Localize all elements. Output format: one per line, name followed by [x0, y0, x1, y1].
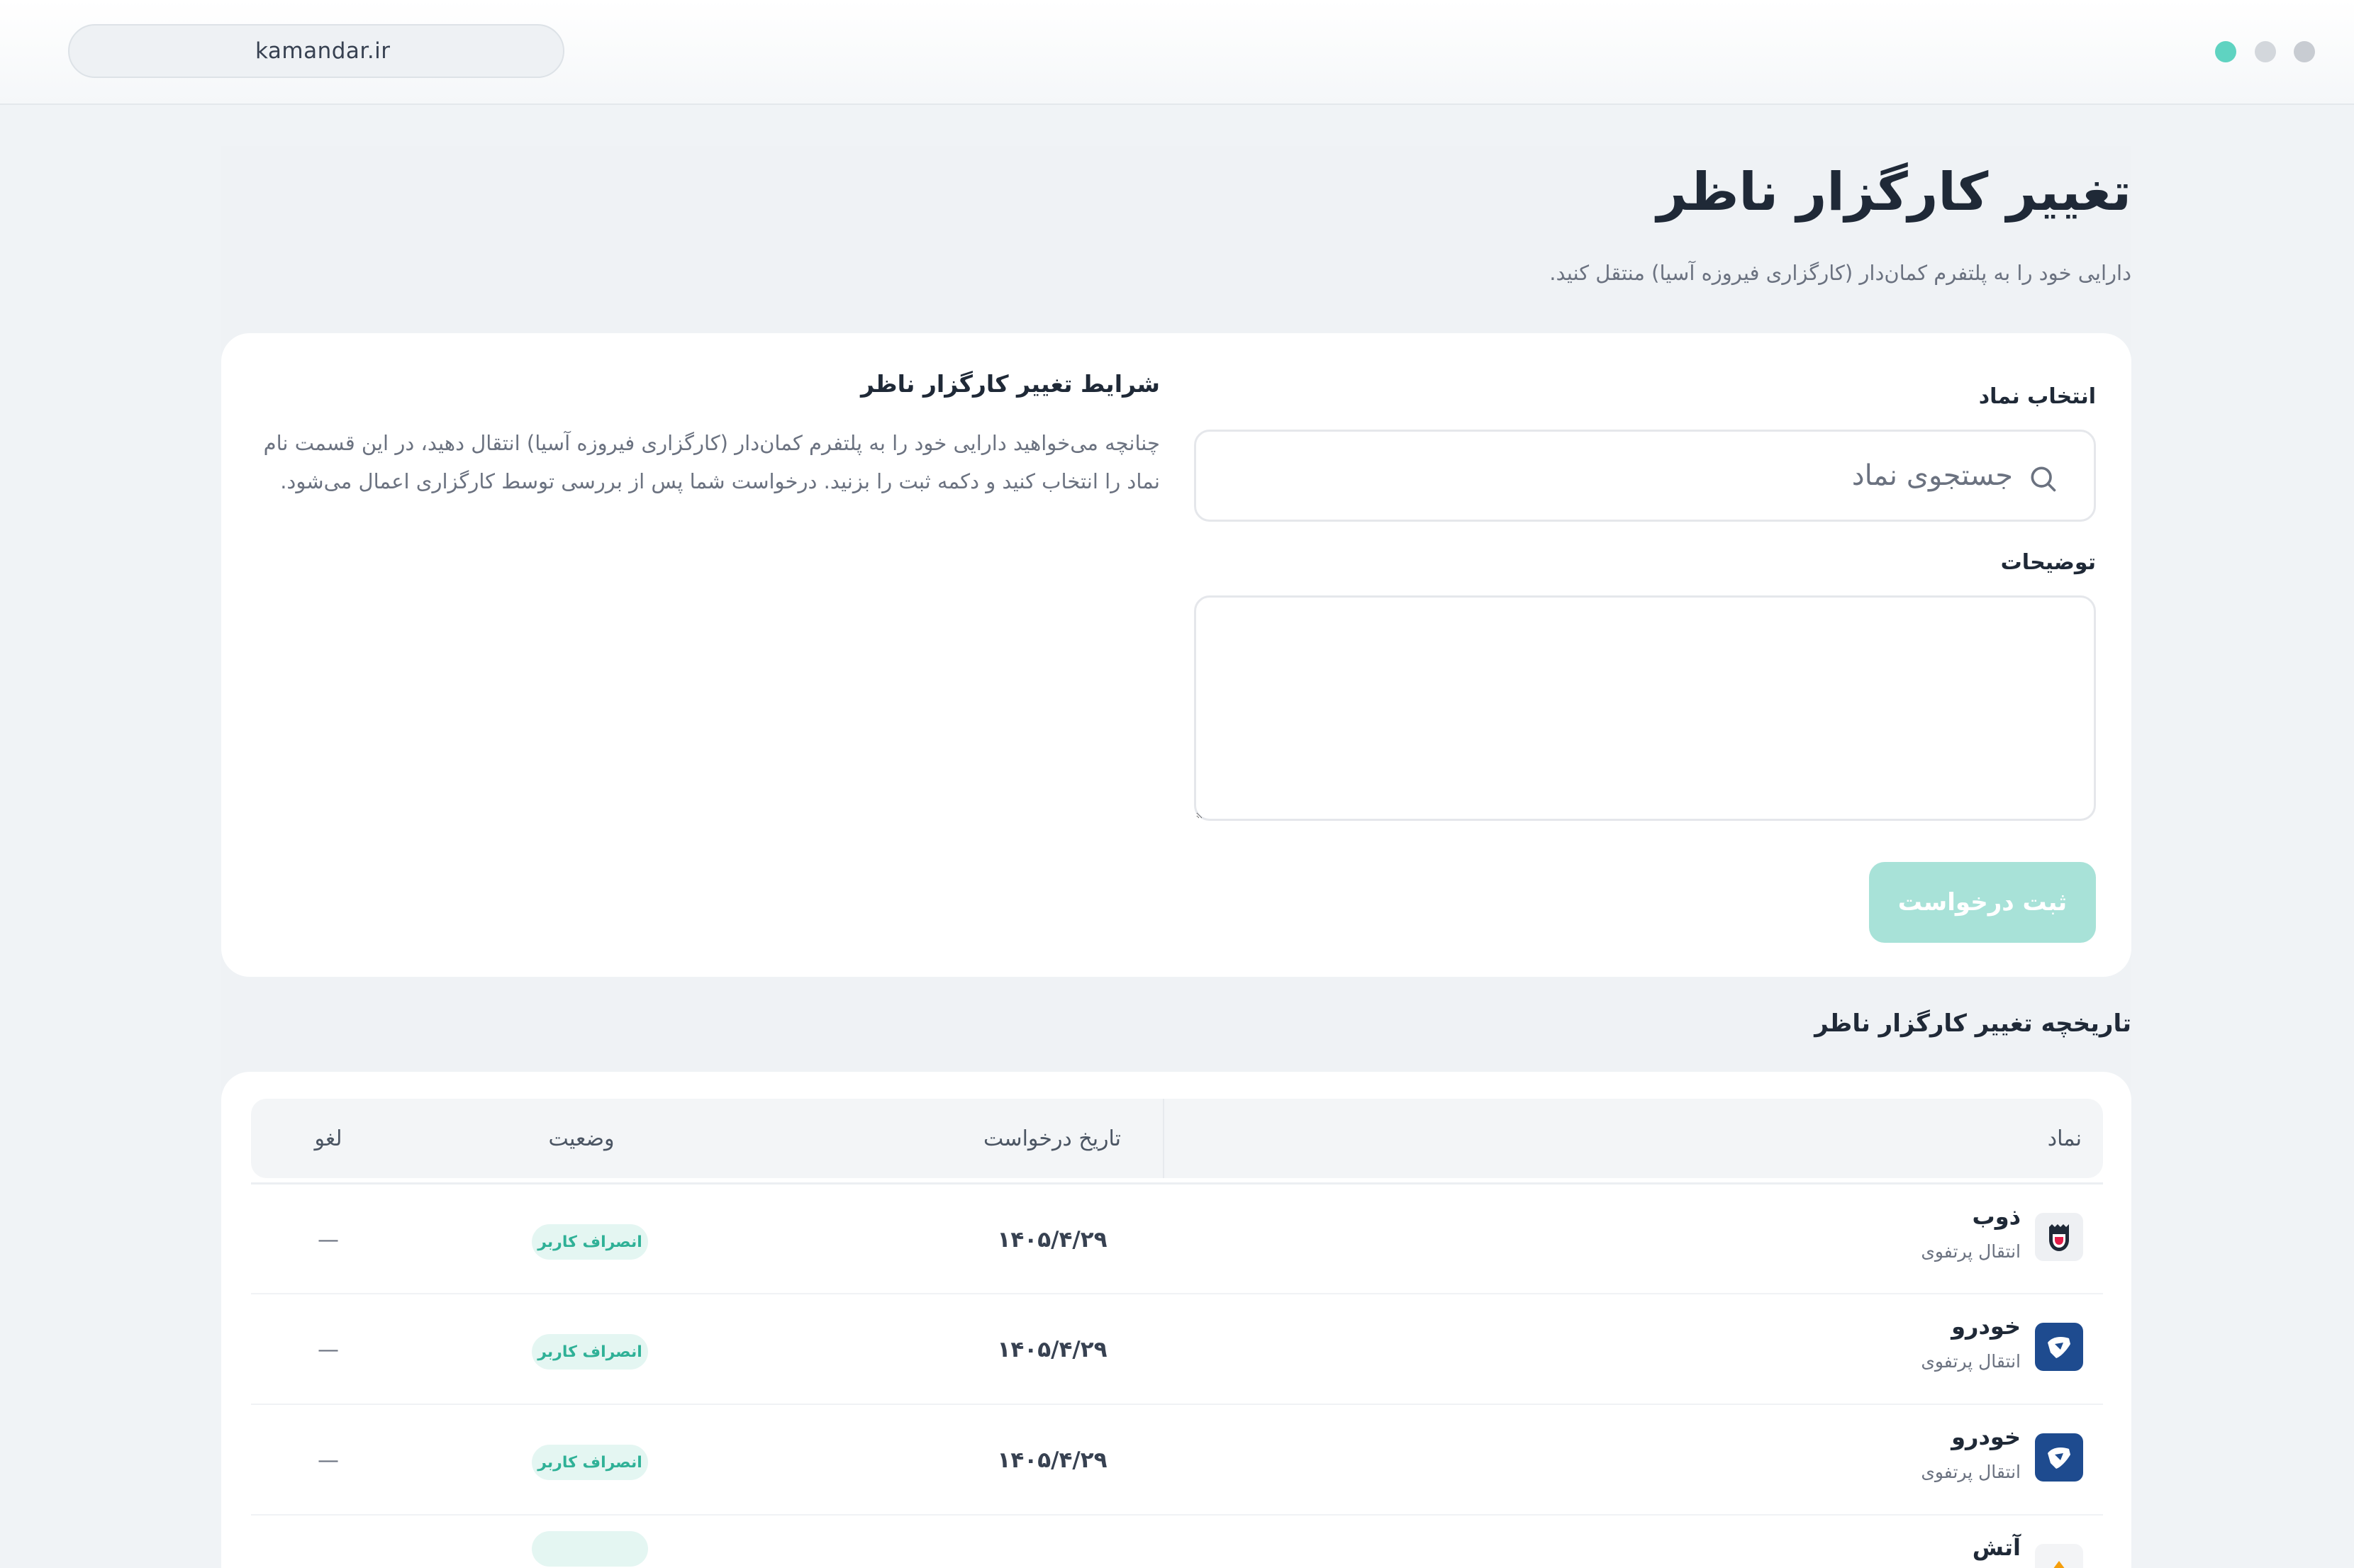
- table-row: خودرو انتقال پرتفوی ۱۴۰۵/۴/۲۹ انصراف کار…: [251, 1293, 2103, 1404]
- terms-body: چنانچه می‌خواهید دارایی خود را به پلتفرم…: [263, 431, 1160, 493]
- status-badge: انصراف کاربر: [532, 1334, 648, 1370]
- request-date: ۱۴۰۵/۴/۲۹: [997, 1337, 1108, 1362]
- column-header-status: وضعیت: [548, 1126, 615, 1151]
- symbol-name: آتش: [1972, 1534, 2021, 1561]
- history-table: نماد تاریخ درخواست وضعیت لغو ذوب انتقال …: [221, 1072, 2131, 1568]
- page-content: تغییر کارگزار ناظر دارایی خود را به پلتف…: [221, 146, 2131, 1568]
- cancel-placeholder: —: [318, 1337, 339, 1362]
- symbol-name: ذوب: [1972, 1203, 2021, 1230]
- company-logo-icon: [2035, 1544, 2083, 1568]
- description-field-label: توضیحات: [2000, 550, 2096, 575]
- address-bar[interactable]: kamandar.ir: [68, 24, 564, 78]
- symbol-name: خودرو: [1951, 1423, 2021, 1450]
- window-control-dot[interactable]: [2215, 41, 2236, 62]
- symbol-search-box[interactable]: [1194, 430, 2096, 522]
- cancel-placeholder: —: [318, 1227, 339, 1253]
- column-header-date: تاریخ درخواست: [983, 1126, 1122, 1151]
- browser-toolbar: kamandar.ir: [0, 0, 2354, 105]
- status-badge: [532, 1531, 648, 1567]
- history-title: تاریخچه تغییر کارگزار ناظر: [1814, 1009, 2131, 1038]
- steel-mill-logo-icon: [2035, 1213, 2083, 1261]
- address-bar-url: kamandar.ir: [255, 38, 391, 64]
- search-icon: [2031, 466, 2056, 492]
- window-control-dot[interactable]: [2255, 41, 2276, 62]
- cancel-placeholder: —: [318, 1447, 339, 1473]
- status-badge: انصراف کاربر: [532, 1224, 648, 1260]
- symbol-subtitle: انتقال پرتفوی: [1921, 1241, 2021, 1262]
- request-date: ۱۴۰۵/۴/۲۹: [997, 1447, 1108, 1473]
- symbol-subtitle: انتقال پرتفوی: [1921, 1462, 2021, 1482]
- request-form-card: انتخاب نماد توضیحات ثبت درخواست شرایط تغ…: [221, 333, 2131, 977]
- iran-khodro-logo-icon: [2035, 1323, 2083, 1371]
- symbol-subtitle: انتقال پرتفوی: [1921, 1351, 2021, 1372]
- window-control-dot[interactable]: [2294, 41, 2315, 62]
- terms-title: شرایط تغییر کارگزار ناظر: [861, 370, 1160, 398]
- column-header-symbol: نماد: [2047, 1126, 2082, 1151]
- request-date: ۱۴۰۵/۴/۲۹: [997, 1227, 1108, 1253]
- page-subtitle: دارایی خود را به پلتفرم کمان‌دار (کارگزا…: [1549, 261, 2131, 285]
- page-title: تغییر کارگزار ناظر: [1656, 162, 2131, 223]
- table-row: خودرو انتقال پرتفوی ۱۴۰۵/۴/۲۹ انصراف کار…: [251, 1404, 2103, 1514]
- iran-khodro-logo-icon: [2035, 1433, 2083, 1482]
- symbol-name: خودرو: [1951, 1313, 2021, 1340]
- description-textarea[interactable]: [1194, 595, 2096, 821]
- table-row: آتش: [251, 1514, 2103, 1568]
- submit-request-button[interactable]: ثبت درخواست: [1869, 862, 2096, 943]
- table-header: نماد تاریخ درخواست وضعیت لغو: [251, 1099, 2103, 1178]
- table-row: ذوب انتقال پرتفوی ۱۴۰۵/۴/۲۹ انصراف کاربر…: [251, 1182, 2103, 1293]
- status-badge: انصراف کاربر: [532, 1445, 648, 1480]
- column-header-cancel: لغو: [314, 1126, 342, 1151]
- symbol-search-input[interactable]: [1234, 432, 2014, 520]
- symbol-field-label: انتخاب نماد: [1978, 384, 2096, 409]
